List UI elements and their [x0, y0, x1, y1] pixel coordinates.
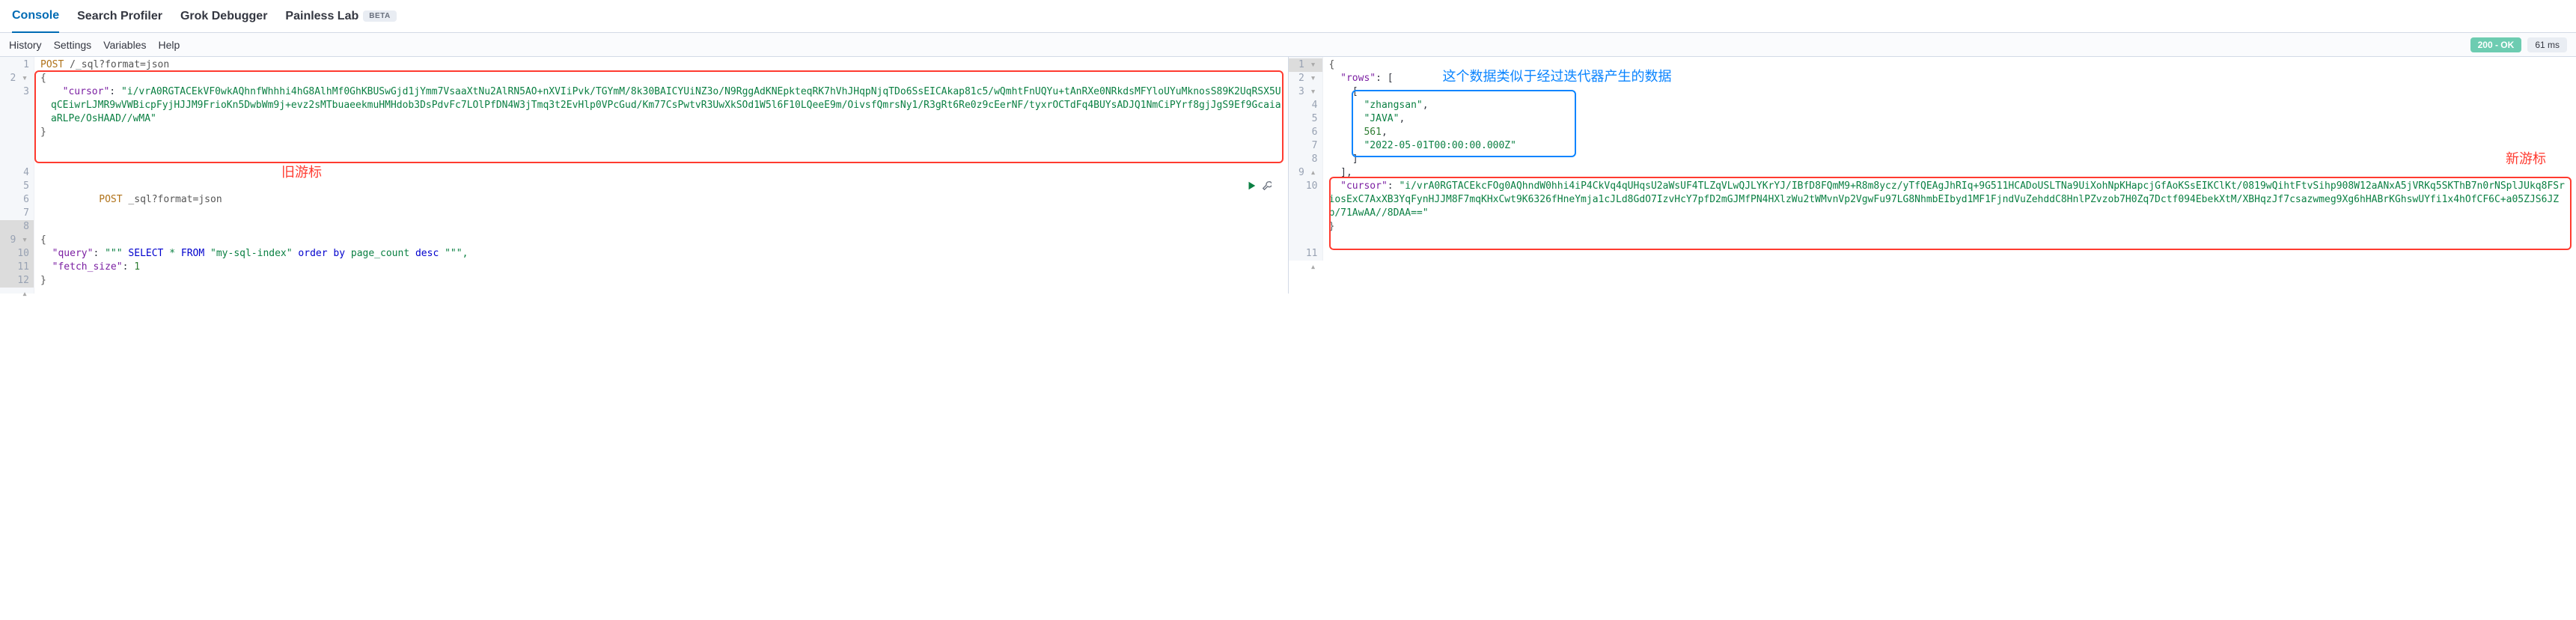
tab-search-profiler[interactable]: Search Profiler — [77, 0, 162, 32]
request-path: _sql?format=json — [123, 194, 222, 205]
play-icon[interactable] — [1246, 180, 1257, 195]
response-viewer[interactable]: 1 ▾ 2 ▾ 3 ▾ 4 5 6 7 8 9 ▴ 10 11 ▴ { "row… — [1289, 57, 2576, 294]
row-val-count: 561 — [1364, 127, 1381, 138]
json-val-cursor: "i/vrA0RGTACEkcFOg0AQhndW0hhi4iP4CkVq4qU… — [1329, 180, 2565, 219]
annotation-old-cursor: 旧游标 — [281, 166, 322, 180]
brace: } — [1329, 221, 1335, 232]
brace: { — [40, 234, 46, 246]
array-close: ], — [1329, 166, 2571, 180]
brace: } — [40, 275, 46, 286]
json-key-fetch-size: "fetch_size" — [52, 261, 123, 273]
row-val-name: "zhangsan" — [1364, 100, 1422, 111]
json-val-fetch-size: 1 — [134, 261, 140, 273]
brace: } — [40, 127, 46, 138]
line-gutter-left: 1 2 ▾ 3 4 5 6 7 8 9 ▾ 10 11 12 ▴ — [0, 57, 34, 294]
request-editor[interactable]: 1 2 ▾ 3 4 5 6 7 8 9 ▾ 10 11 12 ▴ POST /_… — [0, 57, 1289, 294]
json-key-query: "query" — [52, 248, 94, 259]
array-close: ] — [1329, 153, 2571, 166]
variables-link[interactable]: Variables — [103, 39, 146, 51]
request-code[interactable]: POST /_sql?format=json { "cursor": "i/vr… — [34, 57, 1288, 294]
line-gutter-right: 1 ▾ 2 ▾ 3 ▾ 4 5 6 7 8 9 ▴ 10 11 ▴ — [1289, 57, 1323, 261]
row-val-date: "2022-05-01T00:00:00.000Z" — [1364, 140, 1516, 151]
main-tabs: Console Search Profiler Grok Debugger Pa… — [0, 0, 2576, 33]
annotation-new-cursor: 新游标 — [2506, 153, 2546, 166]
http-method: POST — [40, 59, 64, 70]
brace: { — [40, 73, 46, 84]
wrench-icon[interactable] — [1261, 180, 1272, 195]
annotation-iterator-note: 这个数据类似于经过迭代器产生的数据 — [1443, 70, 1672, 84]
json-key-rows: "rows" — [1340, 73, 1376, 84]
blank-line — [40, 139, 1282, 153]
blank-line — [40, 166, 1282, 180]
secondary-toolbar: History Settings Variables Help 200 - OK… — [0, 33, 2576, 57]
request-path: /_sql?format=json — [64, 59, 169, 70]
tab-painless-lab[interactable]: Painless Lab BETA — [285, 0, 396, 32]
history-link[interactable]: History — [9, 39, 42, 51]
beta-badge: BETA — [363, 10, 396, 22]
array-open: [ — [1329, 85, 2571, 99]
settings-link[interactable]: Settings — [54, 39, 92, 51]
row-val-lang: "JAVA" — [1364, 113, 1399, 124]
status-badge: 200 - OK — [2470, 37, 2522, 52]
json-key-cursor: "cursor" — [63, 86, 110, 97]
tab-console[interactable]: Console — [12, 1, 59, 33]
response-code: { "rows": [ [ "zhangsan", "JAVA", 561, "… — [1323, 57, 2576, 261]
tab-grok-debugger[interactable]: Grok Debugger — [180, 0, 267, 32]
help-link[interactable]: Help — [158, 39, 180, 51]
json-key-cursor: "cursor" — [1340, 180, 1388, 192]
blank-line — [40, 153, 1282, 166]
json-val-cursor: "i/vrA0RGTACEkVF0wkAQhnfWhhhi4hG8AlhMf0G… — [51, 86, 1281, 124]
tab-painless-label: Painless Lab — [285, 10, 358, 23]
brace: { — [1329, 59, 1335, 70]
latency-badge: 61 ms — [2527, 37, 2567, 52]
http-method: POST — [99, 194, 122, 205]
